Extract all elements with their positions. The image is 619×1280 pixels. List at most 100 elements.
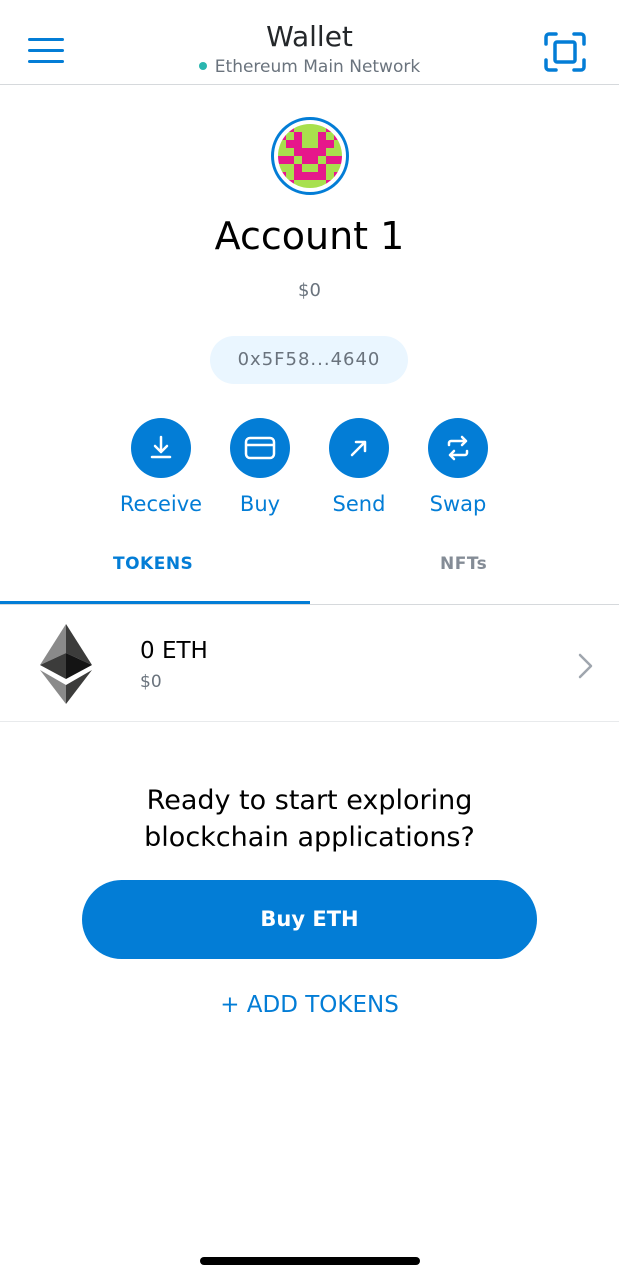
identicon-cell xyxy=(294,156,302,164)
tab-nfts[interactable]: NFTs xyxy=(309,540,618,604)
identicon-cell xyxy=(318,148,326,156)
download-arrow-icon xyxy=(131,418,191,478)
identicon-cell xyxy=(294,148,302,156)
identicon-cell xyxy=(310,164,318,172)
identicon-cell xyxy=(286,180,294,188)
send-button[interactable]: Send xyxy=(309,418,409,516)
token-list-item[interactable]: 0 ETH $0 xyxy=(0,606,619,722)
identicon-cell xyxy=(286,140,294,148)
identicon-cell xyxy=(302,172,310,180)
identicon-cell xyxy=(302,132,310,140)
identicon-cell xyxy=(294,180,302,188)
identicon-cell xyxy=(286,172,294,180)
tab-tokens-label: TOKENS xyxy=(113,554,194,574)
identicon-cell xyxy=(310,156,318,164)
identicon-cell xyxy=(326,132,334,140)
identicon-cell xyxy=(334,164,342,172)
token-fiat-value: $0 xyxy=(140,672,162,692)
send-label: Send xyxy=(332,492,386,516)
home-indicator[interactable] xyxy=(200,1257,420,1265)
identicon-cell xyxy=(310,172,318,180)
network-indicator[interactable]: Ethereum Main Network xyxy=(0,57,619,77)
explore-prompt: Ready to start exploring blockchain appl… xyxy=(0,782,619,856)
identicon-cell xyxy=(326,164,334,172)
swap-label: Swap xyxy=(429,492,487,516)
identicon-cell xyxy=(294,132,302,140)
identicon-cell xyxy=(278,156,286,164)
account-avatar[interactable] xyxy=(271,117,349,195)
identicon-cell xyxy=(310,148,318,156)
buy-eth-button[interactable]: Buy ETH xyxy=(82,880,537,959)
buy-label: Buy xyxy=(239,492,281,516)
wallet-actions: Receive Buy Send Swap xyxy=(0,418,619,528)
identicon-cell xyxy=(326,172,334,180)
identicon-cell xyxy=(286,124,294,132)
identicon-cell xyxy=(334,148,342,156)
identicon-cell xyxy=(302,156,310,164)
identicon-cell xyxy=(278,132,286,140)
identicon-cell xyxy=(310,132,318,140)
identicon-cell xyxy=(278,140,286,148)
identicon-cell xyxy=(334,132,342,140)
identicon-cell xyxy=(326,180,334,188)
identicon-cell xyxy=(278,124,286,132)
page-title: Wallet xyxy=(266,20,353,53)
account-address-pill[interactable]: 0x5F58...4640 xyxy=(210,336,408,384)
identicon-cell xyxy=(334,180,342,188)
identicon-cell xyxy=(318,164,326,172)
identicon-cell xyxy=(294,172,302,180)
identicon-cell xyxy=(310,180,318,188)
identicon-cell xyxy=(278,180,286,188)
identicon-cell xyxy=(302,180,310,188)
chevron-right-icon xyxy=(576,652,596,680)
identicon-cell xyxy=(294,164,302,172)
buy-button[interactable]: Buy xyxy=(210,418,310,516)
identicon-cell xyxy=(318,180,326,188)
identicon-cell xyxy=(318,140,326,148)
identicon-cell xyxy=(318,124,326,132)
account-name[interactable]: Account 1 xyxy=(0,214,619,258)
identicon-cell xyxy=(326,148,334,156)
receive-button[interactable]: Receive xyxy=(111,418,211,516)
identicon-cell xyxy=(318,132,326,140)
identicon-cell xyxy=(334,124,342,132)
identicon-cell xyxy=(286,156,294,164)
explore-prompt-line2: blockchain applications? xyxy=(144,822,475,853)
identicon-cell xyxy=(302,140,310,148)
swap-arrows-icon xyxy=(428,418,488,478)
identicon-cell xyxy=(318,156,326,164)
ethereum-logo-icon xyxy=(40,624,92,704)
explore-prompt-line1: Ready to start exploring xyxy=(146,785,473,816)
qr-scan-icon[interactable] xyxy=(542,30,588,74)
network-status-dot xyxy=(198,62,207,70)
identicon-cell xyxy=(334,140,342,148)
app-header: Wallet Ethereum Main Network xyxy=(0,0,619,85)
identicon-cell xyxy=(278,164,286,172)
credit-card-icon xyxy=(230,418,290,478)
identicon-cell xyxy=(278,172,286,180)
identicon-cell xyxy=(286,132,294,140)
identicon-cell xyxy=(286,164,294,172)
identicon-cell xyxy=(278,148,286,156)
identicon-cell xyxy=(294,140,302,148)
identicon-cell xyxy=(294,124,302,132)
token-balance: 0 ETH xyxy=(140,638,208,664)
swap-button[interactable]: Swap xyxy=(408,418,508,516)
identicon-cell xyxy=(326,124,334,132)
tab-nfts-label: NFTs xyxy=(440,554,488,574)
identicon-cell xyxy=(326,140,334,148)
active-tab-indicator xyxy=(0,601,310,604)
network-name: Ethereum Main Network xyxy=(214,57,421,77)
identicon-cell xyxy=(326,156,334,164)
account-balance: $0 xyxy=(298,280,321,301)
identicon-cell xyxy=(302,164,310,172)
receive-label: Receive xyxy=(119,492,203,516)
identicon-cell xyxy=(334,172,342,180)
tab-tokens[interactable]: TOKENS xyxy=(0,540,310,604)
add-tokens-link[interactable]: + ADD TOKENS xyxy=(0,992,619,1018)
identicon-cell xyxy=(318,172,326,180)
identicon-cell xyxy=(286,148,294,156)
identicon-avatar-icon xyxy=(278,124,342,188)
identicon-cell xyxy=(334,156,342,164)
arrow-up-right-icon xyxy=(329,418,389,478)
